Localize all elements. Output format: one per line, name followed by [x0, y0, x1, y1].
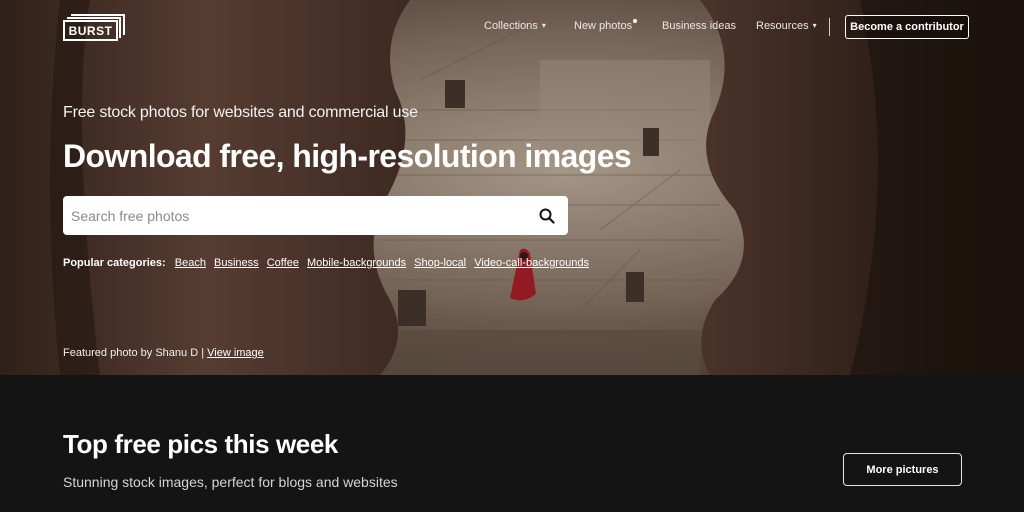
- section-subtitle: Stunning stock images, perfect for blogs…: [63, 474, 398, 490]
- nav-divider: [829, 18, 830, 36]
- search-input[interactable]: [63, 196, 530, 235]
- burst-logo[interactable]: BURST: [63, 14, 125, 42]
- become-contributor-button[interactable]: Become a contributor: [845, 15, 969, 39]
- nav-new-photos-label: New photos: [574, 20, 633, 32]
- category-link-shop-local[interactable]: Shop-local: [414, 257, 466, 269]
- nav-resources-label: Resources: [756, 20, 809, 32]
- logo-text: BURST: [63, 20, 118, 41]
- search-icon: [539, 208, 555, 224]
- hero-headline: Download free, high-resolution images: [63, 138, 632, 174]
- category-link-coffee[interactable]: Coffee: [267, 257, 299, 269]
- nav-resources[interactable]: Resources ▾: [756, 20, 817, 32]
- nav-business-ideas[interactable]: Business ideas: [662, 20, 736, 32]
- chevron-down-icon: ▾: [541, 21, 546, 30]
- section-title: Top free pics this week: [63, 429, 338, 459]
- search-bar: [63, 196, 568, 235]
- nav-new-photos[interactable]: New photos: [574, 20, 632, 32]
- nav-collections-label: Collections: [484, 20, 538, 32]
- categories-label: Popular categories:: [63, 257, 166, 269]
- featured-credit-text: Featured photo by Shanu D |: [63, 347, 205, 359]
- nav-business-ideas-label: Business ideas: [662, 20, 736, 32]
- hero-subtitle: Free stock photos for websites and comme…: [63, 104, 418, 121]
- category-link-beach[interactable]: Beach: [175, 257, 206, 269]
- featured-photo-credit: Featured photo by Shanu D | View image: [63, 347, 264, 359]
- category-link-business[interactable]: Business: [214, 257, 259, 269]
- category-link-mobile-backgrounds[interactable]: Mobile-backgrounds: [307, 257, 406, 269]
- more-pictures-button[interactable]: More pictures: [843, 453, 962, 486]
- view-image-link[interactable]: View image: [207, 347, 264, 359]
- nav-collections[interactable]: Collections ▾: [484, 20, 546, 32]
- search-button[interactable]: [530, 199, 564, 233]
- chevron-down-icon: ▾: [812, 21, 817, 30]
- hero-section: BURST Collections ▾ New photos Business i…: [0, 0, 1024, 375]
- top-pics-section: Top free pics this week Stunning stock i…: [0, 375, 1024, 512]
- hero-overlay: [0, 0, 1024, 375]
- category-link-video-call-backgrounds[interactable]: Video-call-backgrounds: [474, 257, 589, 269]
- notification-dot-icon: [633, 19, 637, 23]
- popular-categories: Popular categories: Beach Business Coffe…: [63, 257, 594, 269]
